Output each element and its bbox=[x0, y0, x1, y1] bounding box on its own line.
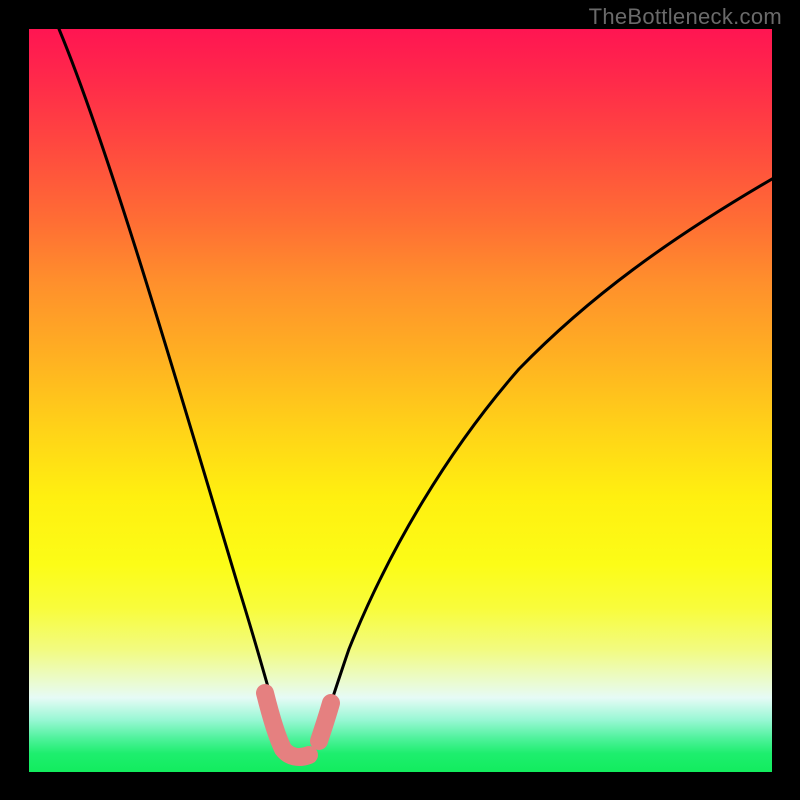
chart-frame: TheBottleneck.com bbox=[0, 0, 800, 800]
salmon-overlay-right bbox=[319, 703, 331, 741]
black-curve bbox=[59, 29, 772, 756]
salmon-overlay bbox=[265, 693, 309, 757]
curves-svg bbox=[29, 29, 772, 772]
plot-area bbox=[29, 29, 772, 772]
watermark-text: TheBottleneck.com bbox=[589, 4, 782, 30]
